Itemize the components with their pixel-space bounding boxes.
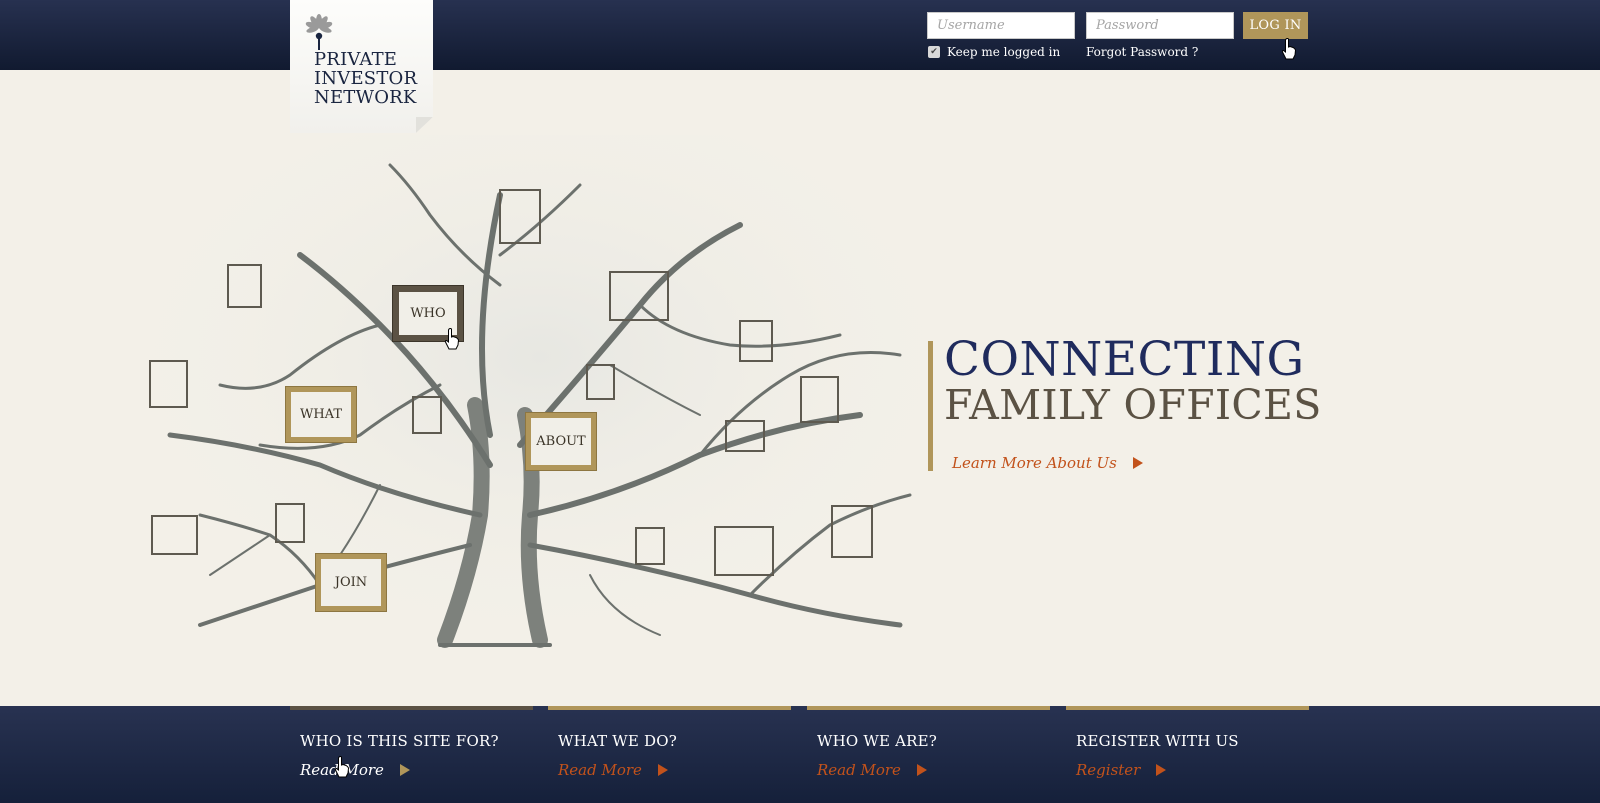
read-more-link[interactable]: Read More (817, 761, 927, 779)
play-arrow-icon (399, 764, 410, 776)
checkmark-icon: ✔ (930, 46, 938, 57)
hand-cursor-icon (334, 756, 350, 778)
read-more-link[interactable]: Read More (300, 761, 410, 779)
col-accent-line (807, 706, 1050, 710)
learn-more-label: Learn More About Us (952, 454, 1117, 472)
site-logo[interactable]: PRIVATE INVESTOR NETWORK (290, 0, 433, 133)
forgot-password-link[interactable]: Forgot Password ? (1086, 45, 1198, 59)
keep-logged-in-label: Keep me logged in (947, 45, 1061, 59)
read-more-link[interactable]: Read More (558, 761, 668, 779)
footer-col-who-we-are: WHO WE ARE? Read More (807, 706, 1050, 803)
play-arrow-icon (657, 764, 668, 776)
learn-more-link[interactable]: Learn More About Us (952, 454, 1143, 472)
join-frame-link[interactable]: JOIN (315, 553, 387, 612)
headline-line-2: FAMILY OFFICES (944, 381, 1322, 429)
login-form: LOG IN ✔ Keep me logged in Forgot Passwo… (927, 12, 1308, 62)
tree-illustration (140, 135, 940, 665)
keep-logged-in[interactable]: ✔ Keep me logged in (928, 45, 1060, 59)
footer-col-register: REGISTER WITH US Register (1066, 706, 1309, 803)
headline-accent-bar (928, 341, 933, 471)
logo-wordmark: PRIVATE INVESTOR NETWORK (314, 50, 417, 107)
who-frame-label: WHO (410, 306, 446, 321)
top-bar: LOG IN ✔ Keep me logged in Forgot Passwo… (0, 0, 1600, 70)
col-title: REGISTER WITH US (1076, 732, 1239, 750)
footer-nav: WHO IS THIS SITE FOR? Read More WHAT WE … (0, 706, 1600, 803)
play-arrow-icon (1156, 764, 1167, 776)
col-title: WHO WE ARE? (817, 732, 938, 750)
flower-logo-icon (305, 14, 333, 50)
col-accent-line (290, 706, 533, 710)
headline-line-1: CONNECTING (944, 332, 1305, 387)
keep-logged-in-checkbox[interactable]: ✔ (928, 46, 940, 58)
play-arrow-icon (1132, 457, 1143, 469)
hand-cursor-icon (1281, 38, 1297, 60)
col-accent-line (548, 706, 791, 710)
password-input[interactable] (1086, 12, 1234, 39)
about-frame-label: ABOUT (536, 434, 586, 449)
register-link[interactable]: Register (1076, 761, 1167, 779)
join-frame-label: JOIN (334, 575, 368, 590)
username-input[interactable] (927, 12, 1075, 39)
logo-line-1: PRIVATE (314, 49, 398, 70)
about-frame-link[interactable]: ABOUT (525, 412, 597, 471)
logo-line-2: INVESTOR (314, 68, 418, 89)
register-label: Register (1076, 761, 1141, 779)
what-frame-link[interactable]: WHAT (285, 386, 357, 443)
login-button[interactable]: LOG IN (1243, 12, 1308, 39)
footer-col-what-we-do: WHAT WE DO? Read More (548, 706, 791, 803)
what-frame-label: WHAT (299, 407, 343, 422)
logo-line-3: NETWORK (314, 87, 417, 108)
footer-col-who-is-this-for: WHO IS THIS SITE FOR? Read More (290, 706, 533, 803)
col-accent-line (1066, 706, 1309, 710)
page-fold (416, 117, 433, 133)
read-more-label: Read More (558, 761, 642, 779)
hand-cursor-icon (444, 328, 460, 350)
col-title: WHO IS THIS SITE FOR? (300, 732, 499, 750)
play-arrow-icon (916, 764, 927, 776)
col-title: WHAT WE DO? (558, 732, 677, 750)
read-more-label: Read More (817, 761, 901, 779)
